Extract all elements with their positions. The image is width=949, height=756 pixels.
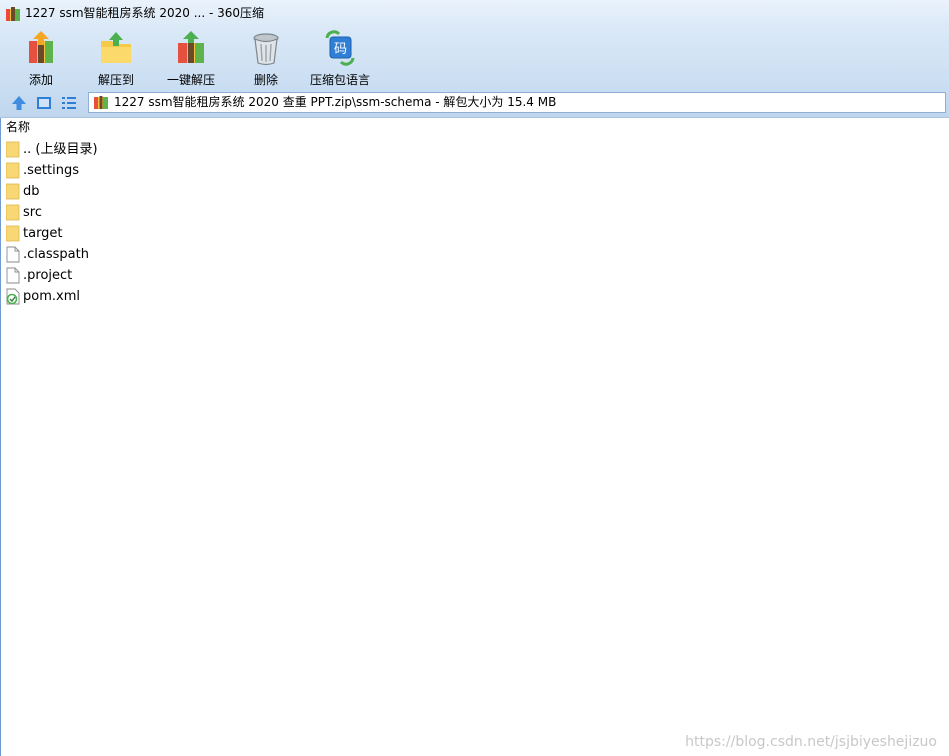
add-button[interactable]: 添加 (3, 29, 79, 87)
delete-button[interactable]: 删除 (228, 29, 304, 87)
watermark: https://blog.csdn.net/jsjbiyeshejizuo (685, 734, 937, 750)
path-field[interactable]: 1227 ssm智能租房系统 2020 查重 PPT.zip\ssm-schem… (88, 92, 946, 113)
folder-icon (6, 204, 20, 221)
extract-to-icon (101, 32, 131, 63)
file-icon (6, 246, 20, 263)
delete-button-label: 删除 (253, 73, 278, 87)
folder-icon (6, 162, 20, 179)
file-name: target (23, 226, 63, 241)
toolbar: 添加 解压到 一键解压 删除 码 压缩包语言 (0, 27, 949, 89)
folder-icon (6, 183, 20, 200)
title-bar: 1227 ssm智能租房系统 2020 ... - 360压缩 (0, 0, 949, 27)
one-click-extract-button-label: 一键解压 (166, 73, 215, 87)
file-list: .. (上级目录) .settings db src target .class… (0, 139, 949, 307)
list-item-project[interactable]: .project (0, 265, 949, 286)
file-name: .project (23, 268, 73, 283)
list-item-pom-xml[interactable]: pom.xml (0, 286, 949, 307)
file-icon (6, 267, 20, 284)
extract-to-button-label: 解压到 (97, 73, 134, 87)
column-header-name[interactable]: 名称 (6, 118, 30, 137)
list-item-src[interactable]: src (0, 202, 949, 223)
one-click-extract-icon (178, 31, 204, 63)
folder-icon (6, 225, 20, 242)
list-item-parent-dir[interactable]: .. (上级目录) (0, 139, 949, 160)
trash-can-icon (253, 33, 279, 66)
list-item-settings[interactable]: .settings (0, 160, 949, 181)
view-list-icon[interactable] (61, 95, 77, 111)
archive-language-button-label: 压缩包语言 (309, 73, 370, 87)
file-name: .classpath (23, 247, 89, 262)
one-click-extract-button[interactable]: 一键解压 (153, 29, 229, 87)
xml-file-icon (6, 288, 20, 305)
add-button-label: 添加 (28, 73, 53, 87)
file-name: src (23, 205, 42, 220)
up-arrow-icon[interactable] (11, 95, 27, 111)
file-name: .. (上级目录) (23, 142, 98, 157)
list-item-db[interactable]: db (0, 181, 949, 202)
file-name: db (23, 184, 40, 199)
list-item-classpath[interactable]: .classpath (0, 244, 949, 265)
path-text: 1227 ssm智能租房系统 2020 查重 PPT.zip\ssm-schem… (114, 95, 557, 109)
folder-icon (6, 141, 20, 158)
archive-language-icon: 码 (325, 30, 355, 66)
view-thumbnail-icon[interactable] (36, 95, 52, 111)
svg-text:码: 码 (334, 42, 347, 57)
file-name: .settings (23, 163, 79, 178)
file-name: pom.xml (23, 289, 80, 304)
window-title: 1227 ssm智能租房系统 2020 ... - 360压缩 (25, 6, 265, 20)
list-header: 名称 (0, 118, 949, 137)
360zip-app-icon (6, 7, 20, 21)
list-item-target[interactable]: target (0, 223, 949, 244)
add-archive-icon (29, 31, 53, 63)
address-bar: 1227 ssm智能租房系统 2020 查重 PPT.zip\ssm-schem… (0, 89, 949, 118)
archive-language-button[interactable]: 码 压缩包语言 (302, 29, 378, 87)
archive-icon (94, 96, 108, 109)
extract-to-button[interactable]: 解压到 (78, 29, 154, 87)
